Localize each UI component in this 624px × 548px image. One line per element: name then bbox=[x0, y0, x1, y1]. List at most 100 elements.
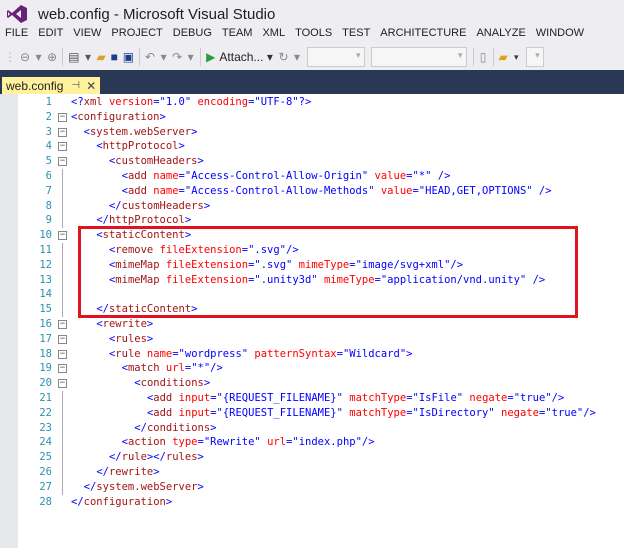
menu-edit[interactable]: EDIT bbox=[38, 27, 63, 44]
save-all-icon[interactable]: ▣ bbox=[123, 49, 134, 65]
collapse-icon[interactable]: − bbox=[58, 231, 67, 241]
separator bbox=[62, 48, 64, 66]
collapse-icon[interactable]: − bbox=[58, 364, 67, 374]
code-line[interactable]: 10− <staticContent> bbox=[0, 228, 624, 243]
code-line[interactable]: 7 <add name="Access-Control-Allow-Methods… bbox=[0, 183, 624, 199]
line-number: 25 bbox=[39, 451, 52, 464]
close-icon[interactable]: ✕ bbox=[86, 79, 96, 93]
menu-xml[interactable]: XML bbox=[262, 27, 285, 44]
menu-file[interactable]: FILE bbox=[5, 27, 28, 44]
find-in-files-icon[interactable]: ▰ bbox=[499, 49, 508, 65]
collapse-icon[interactable]: − bbox=[58, 319, 67, 329]
code-line[interactable]: 22 <add input="{REQUEST_FILENAME}" matchT… bbox=[0, 405, 624, 421]
dropdown-icon[interactable]: ▾ bbox=[293, 49, 302, 65]
menu-architecture[interactable]: ARCHITECTURE bbox=[380, 27, 466, 44]
document-tab-strip: web.config ⊣ ✕ bbox=[0, 70, 624, 94]
code-text: </system.webServer> bbox=[83, 480, 204, 493]
line-number: 6 bbox=[45, 169, 52, 182]
collapse-icon[interactable]: − bbox=[58, 349, 67, 359]
back-icon[interactable]: ⊖ bbox=[20, 49, 30, 65]
overflow-icon[interactable]: ▾ bbox=[512, 49, 521, 65]
code-line[interactable]: 17− <rules> bbox=[0, 332, 624, 347]
code-line[interactable]: 19− <match url="*"/> bbox=[0, 361, 624, 376]
redo-icon[interactable]: ↷ bbox=[172, 49, 182, 65]
device-icon[interactable]: ▯ bbox=[479, 49, 488, 65]
outline-guide bbox=[62, 183, 63, 199]
code-line[interactable]: 2− <configuration> bbox=[0, 110, 624, 125]
code-line[interactable]: 4− <httpProtocol> bbox=[0, 139, 624, 154]
collapse-icon[interactable]: − bbox=[58, 142, 67, 152]
code-line[interactable]: 23 </conditions> bbox=[0, 420, 624, 436]
line-number: 3 bbox=[45, 125, 52, 138]
code-line[interactable]: 28 </configuration> bbox=[0, 495, 624, 510]
collapse-icon[interactable]: − bbox=[58, 127, 67, 137]
code-line[interactable]: 20− <conditions> bbox=[0, 376, 624, 391]
menu-debug[interactable]: DEBUG bbox=[173, 27, 212, 44]
code-line[interactable]: 12 <mimeMap fileExtension=".svg" mimeType… bbox=[0, 257, 624, 273]
line-number: 28 bbox=[39, 495, 52, 508]
platform-dropdown[interactable] bbox=[370, 47, 467, 67]
code-text: <action type="Rewrite" url="index.php"/> bbox=[121, 436, 375, 449]
save-icon[interactable]: ■ bbox=[110, 49, 119, 65]
code-line[interactable]: 18− <rule name="wordpress" patternSyntax=… bbox=[0, 347, 624, 362]
code-editor[interactable]: 1 <?xml version="1.0" encoding="UTF-8"?> 2… bbox=[0, 94, 624, 548]
configuration-dropdown[interactable] bbox=[306, 47, 365, 67]
code-line[interactable]: 9 </httpProtocol> bbox=[0, 213, 624, 229]
code-line[interactable]: 1 <?xml version="1.0" encoding="UTF-8"?> bbox=[0, 95, 624, 110]
menu-project[interactable]: PROJECT bbox=[111, 27, 162, 44]
pin-icon[interactable]: ⊣ bbox=[71, 80, 80, 91]
code-lines: 1 <?xml version="1.0" encoding="UTF-8"?> 2… bbox=[0, 95, 624, 509]
menu-window[interactable]: WINDOW bbox=[536, 27, 584, 44]
attach-button[interactable]: Attach... bbox=[219, 50, 263, 64]
forward-icon[interactable]: ⊕ bbox=[47, 49, 57, 65]
code-line[interactable]: 11 <remove fileExtension=".svg"/> bbox=[0, 242, 624, 258]
code-line[interactable]: 27 </system.webServer> bbox=[0, 479, 624, 495]
dropdown-icon[interactable]: ▾ bbox=[159, 49, 168, 65]
code-line[interactable]: 24 <action type="Rewrite" url="index.php"… bbox=[0, 435, 624, 451]
code-line[interactable]: 3− <system.webServer> bbox=[0, 125, 624, 140]
code-text: </conditions> bbox=[134, 421, 217, 434]
code-line[interactable]: 25 </rule></rules> bbox=[0, 450, 624, 465]
code-line[interactable]: 5− <customHeaders> bbox=[0, 154, 624, 169]
dropdown-icon[interactable]: ▾ bbox=[34, 49, 43, 65]
menu-analyze[interactable]: ANALYZE bbox=[476, 27, 525, 44]
code-line[interactable]: 14 bbox=[0, 287, 624, 303]
code-text: <customHeaders> bbox=[108, 155, 204, 168]
line-number: 22 bbox=[39, 406, 52, 419]
line-number: 16 bbox=[39, 317, 52, 330]
refresh-icon[interactable]: ↻ bbox=[278, 49, 288, 65]
new-project-icon[interactable]: ▤ bbox=[68, 49, 79, 65]
collapse-icon[interactable]: − bbox=[58, 157, 67, 167]
line-number: 20 bbox=[39, 377, 52, 390]
code-line[interactable]: 16− <rewrite> bbox=[0, 317, 624, 332]
line-number: 21 bbox=[39, 391, 52, 404]
outline-guide bbox=[62, 435, 63, 451]
code-line[interactable]: 21 <add input="{REQUEST_FILENAME}" matchT… bbox=[0, 390, 624, 406]
collapse-icon[interactable]: − bbox=[58, 112, 67, 122]
line-number: 18 bbox=[39, 347, 52, 360]
code-line[interactable]: 15 </staticContent> bbox=[0, 302, 624, 317]
open-file-icon[interactable]: ▰ bbox=[96, 49, 105, 65]
collapse-icon[interactable]: − bbox=[58, 334, 67, 344]
collapse-icon[interactable]: − bbox=[58, 379, 67, 389]
code-text: <match url="*"/> bbox=[121, 362, 223, 375]
code-line[interactable]: 13 <mimeMap fileExtension=".unity3d" mime… bbox=[0, 272, 624, 288]
code-line[interactable]: 26 </rewrite> bbox=[0, 464, 624, 480]
visual-studio-logo-icon bbox=[7, 5, 27, 23]
dropdown-icon[interactable]: ▾ bbox=[83, 49, 92, 65]
start-icon[interactable]: ▶ bbox=[206, 49, 215, 65]
dropdown-icon[interactable]: ▾ bbox=[186, 49, 195, 65]
code-line[interactable]: 6 <add name="Access-Control-Allow-Origin"… bbox=[0, 168, 624, 184]
menu-tools[interactable]: TOOLS bbox=[295, 27, 332, 44]
search-box[interactable] bbox=[525, 47, 544, 67]
separator bbox=[200, 48, 202, 66]
dropdown-icon[interactable]: ▾ bbox=[265, 49, 274, 65]
outline-guide bbox=[62, 450, 63, 465]
toolbar: ⋮ ⊖ ▾ ⊕ ▤ ▾ ▰ ■ ▣ ↶ ▾ ↷ ▾ ▶ Attach... ▾ … bbox=[0, 44, 624, 70]
undo-icon[interactable]: ↶ bbox=[145, 49, 155, 65]
menu-view[interactable]: VIEW bbox=[73, 27, 101, 44]
tab-web-config[interactable]: web.config ⊣ ✕ bbox=[2, 77, 101, 94]
menu-test[interactable]: TEST bbox=[342, 27, 370, 44]
menu-team[interactable]: TEAM bbox=[222, 27, 253, 44]
code-line[interactable]: 8 </customHeaders> bbox=[0, 198, 624, 214]
